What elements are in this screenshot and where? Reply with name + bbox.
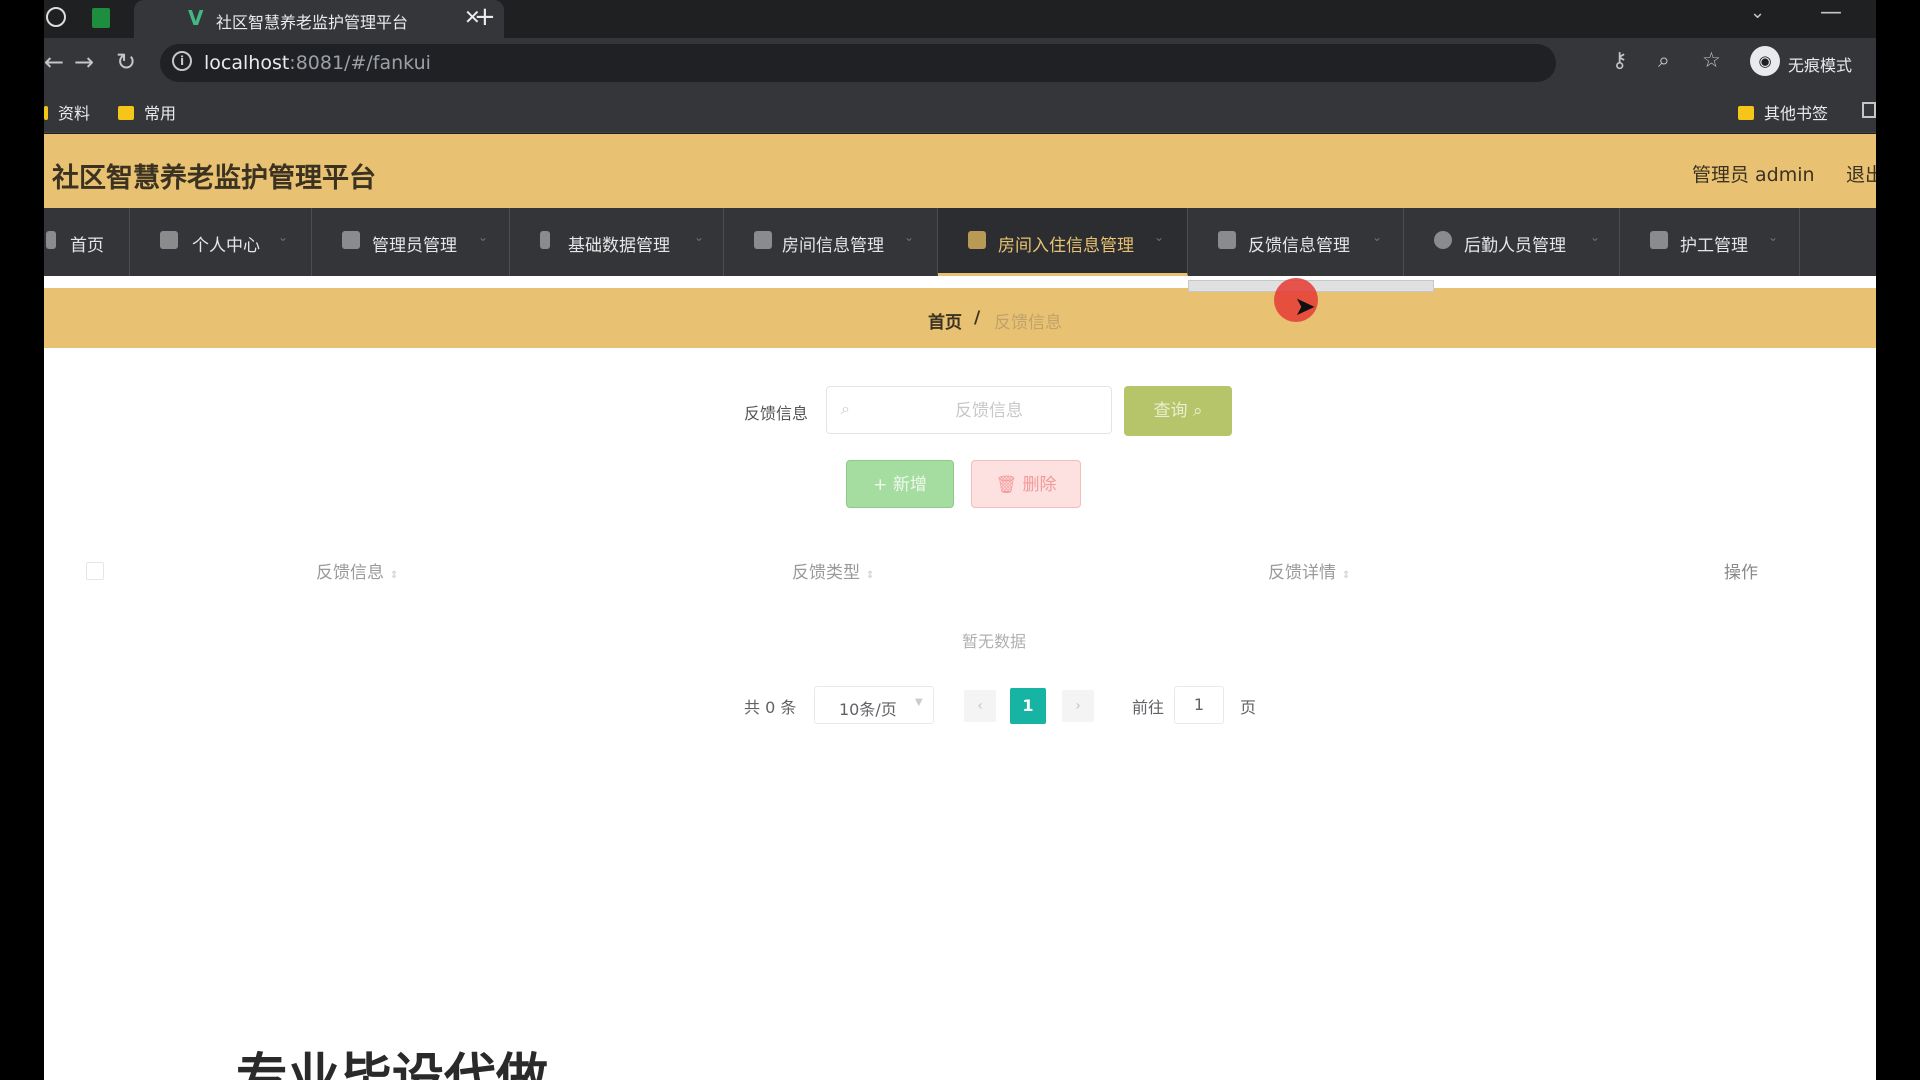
search-icon: ⌕ [841,399,850,418]
column-header[interactable]: 反馈类型 ⇕ [792,558,874,583]
menu-item-room-info[interactable]: 房间信息管理 ⌄ [724,208,938,276]
menu-item-caregiver[interactable]: 护工管理 ⌄ [1620,208,1800,276]
admin-icon [342,231,360,249]
menu-item-feedback[interactable]: 反馈信息管理 ⌄ [1188,208,1404,276]
password-key-icon[interactable]: ⚷ [1612,48,1627,72]
back-icon[interactable]: ← [44,48,64,76]
url-text[interactable]: localhost:8081/#/fankui [204,52,431,74]
breadcrumb-current: 反馈信息 [994,313,1062,333]
incognito-label: 无痕模式 [1788,56,1853,75]
reading-list-icon[interactable] [1862,102,1876,118]
add-button[interactable]: + 新增 [846,460,954,508]
crop-icon [968,231,986,249]
bookmark-folder-changyong[interactable]: 常用 [118,100,176,123]
forward-icon[interactable]: → [74,48,94,76]
chevron-down-icon: ⌄ [1372,230,1383,244]
delete-button[interactable]: 🗑 删除 [971,460,1081,508]
query-button[interactable]: 查询 ⌕ [1124,386,1232,436]
folder-icon [1738,106,1754,120]
app-header: 社区智慧养老监护管理平台 管理员 admin 退出 [44,134,1876,208]
briefcase-icon [1650,231,1668,249]
data-icon [540,231,550,249]
chevron-down-icon: ⌄ [1768,230,1779,244]
vue-favicon-icon: V [188,6,204,30]
other-bookmarks-folder[interactable]: 其他书签 [1738,100,1828,123]
logout-link[interactable]: 退出 [1846,160,1876,187]
chevron-down-icon: ⌄ [694,230,705,244]
search-icon: ⌕ [1192,401,1203,421]
pagination-total: 共 0 条 [744,698,797,717]
browser-window: V 社区智慧养老监护管理平台 ✕ + ⌄ — ← → ↻ i localhost… [44,0,1876,1080]
breadcrumb-home[interactable]: 首页 [928,308,962,333]
zoom-icon[interactable]: ⌕ [1658,48,1670,73]
incognito-badge[interactable]: ◉ 无痕模式 [1750,44,1870,80]
next-page-button[interactable]: › [1062,690,1094,722]
web-page: 社区智慧养老监护管理平台 管理员 admin 退出 首页 个人中心 ⌄ 管理员管… [44,134,1876,1080]
grid-icon [754,231,772,249]
prev-page-button[interactable]: ‹ [964,690,996,722]
chevron-down-icon: ⌄ [904,230,915,244]
trash-icon: 🗑 [995,475,1018,495]
clock-icon [1434,231,1452,249]
tab-title: 社区智慧养老监护管理平台 [216,13,409,32]
chevron-down-icon: ⌄ [278,230,289,244]
menu-item-home[interactable]: 首页 [44,208,130,276]
active-tab[interactable]: V 社区智慧养老监护管理平台 ✕ [134,0,504,38]
reload-icon[interactable]: ↻ [116,48,136,76]
top-nav-menu: 首页 个人中心 ⌄ 管理员管理 ⌄ 基础数据管理 ⌄ 房间信息管理 ⌄ 房间入住… [44,208,1876,276]
page-size-select[interactable]: 10条/页 ▼ [814,686,934,724]
page-title: 社区智慧养老监护管理平台 [52,163,376,194]
goto-page-input[interactable]: 1 [1174,686,1224,724]
new-tab-button[interactable]: + [474,2,496,32]
empty-table-text: 暂无数据 [962,632,1027,651]
chevron-down-icon: ⌄ [1154,230,1165,244]
search-label: 反馈信息 [744,404,809,423]
pagination: 共 0 条 10条/页 ▼ ‹ 1 › 前往 1 页 [44,686,1876,726]
breadcrumb-separator: / [974,308,981,328]
chevron-down-icon: ▼ [915,697,923,708]
mail-icon [1218,231,1236,249]
sheets-tab-icon[interactable] [92,8,110,28]
chevron-down-icon: ⌄ [1590,230,1601,244]
menu-item-personal-center[interactable]: 个人中心 ⌄ [130,208,312,276]
folder-icon [44,106,48,120]
menu-item-logistics-staff[interactable]: 后勤人员管理 ⌄ [1404,208,1620,276]
sort-icon[interactable]: ⇕ [390,570,398,581]
menu-item-admin-manage[interactable]: 管理员管理 ⌄ [312,208,510,276]
column-header[interactable]: 反馈详情 ⇕ [1268,558,1350,583]
address-bar[interactable]: i localhost:8081/#/fankui [160,44,1556,82]
page-suffix: 页 [1240,698,1257,717]
mouse-cursor-icon: ➤ [1294,292,1316,322]
minimize-window-button[interactable]: — [1820,0,1842,25]
table-header: 反馈信息 ⇕ 反馈类型 ⇕ 反馈详情 ⇕ 操作 [44,542,1876,596]
sort-icon[interactable]: ⇕ [1342,570,1350,581]
breadcrumb: 首页 / 反馈信息 [44,288,1876,348]
tab-search-icon[interactable]: ⌄ [1750,2,1765,23]
sort-icon[interactable]: ⇕ [866,570,874,581]
watermark-overlay: 专业毕设代做 [236,1049,549,1080]
menu-item-checkin-info[interactable]: 房间入住信息管理 ⌄ [938,208,1188,276]
column-header[interactable]: 反馈信息 ⇕ [316,558,398,583]
site-info-icon[interactable]: i [172,51,192,71]
folder-icon [118,106,134,120]
operation-column-header: 操作 [1724,563,1758,583]
browser-toolbar: ← → ↻ i localhost:8081/#/fankui ⚷ ⌕ ☆ ◉ … [44,38,1876,90]
home-icon [46,231,56,249]
chevron-down-icon: ⌄ [478,230,489,244]
goto-label: 前往 [1132,698,1165,717]
tab-strip: V 社区智慧养老监护管理平台 ✕ + ⌄ — [44,0,1876,38]
bookmarks-bar: 资料 常用 其他书签 [44,90,1876,133]
browser-menu-icon[interactable] [46,7,66,27]
bookmark-star-icon[interactable]: ☆ [1702,48,1721,72]
page-number-button[interactable]: 1 [1010,688,1046,724]
current-user-label: 管理员 admin [1692,164,1815,186]
incognito-icon: ◉ [1750,46,1780,76]
bookmark-folder-ziliao[interactable]: 资料 [44,100,90,123]
search-input[interactable]: ⌕ [826,386,1112,434]
user-icon [160,231,178,249]
feedback-search-field[interactable] [887,397,1091,425]
menu-item-base-data[interactable]: 基础数据管理 ⌄ [510,208,724,276]
select-all-checkbox[interactable] [86,562,104,580]
